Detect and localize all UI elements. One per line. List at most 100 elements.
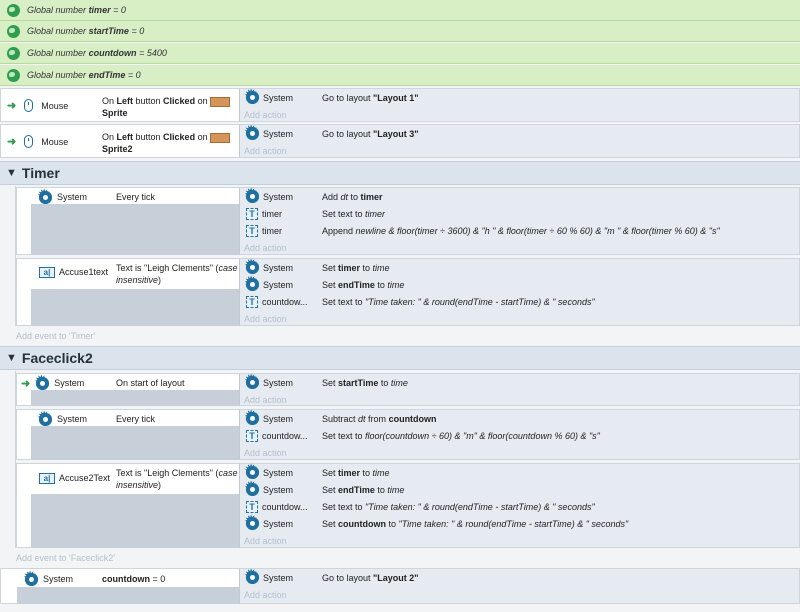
gear-icon (244, 86, 259, 106)
event-accuse1text-actions: System Set timer to time System Set endT… (239, 256, 800, 327)
condition-text: On Left button Clicked on Sprite2 (102, 131, 238, 155)
global-var-value: = 0 (113, 5, 126, 15)
condition-text: On start of layout (116, 378, 185, 388)
gear-icon (23, 568, 38, 588)
global-var-prefix: Global number (27, 48, 87, 58)
trigger-arrow-icon: ➜ (7, 100, 17, 112)
add-action-link[interactable]: Add action (240, 106, 799, 123)
global-var-value: = 0 (131, 26, 145, 36)
global-var-name: startTime (88, 26, 129, 36)
add-event-faceclick2-link[interactable]: Add event to 'Faceclick2' (16, 553, 115, 563)
collapse-triangle-icon[interactable]: ▼ (6, 352, 17, 364)
event-start-of-layout-actions: System Set startTime to time Add action (239, 371, 800, 408)
globe-icon (7, 46, 20, 60)
global-var-prefix: Global number (27, 26, 87, 36)
sprite-thumbnail-icon (209, 96, 230, 107)
condition-text: countdown = 0 (102, 574, 166, 584)
globe-icon (7, 68, 20, 82)
event-start-of-layout-condition[interactable]: ➜ System On start of layout (16, 372, 239, 406)
action-row[interactable]: System Set timer to time (240, 461, 799, 481)
globe-icon (7, 24, 20, 38)
action-row[interactable]: System Set countdown to "Time taken: " &… (240, 512, 799, 532)
event-mouse-sprite2-condition[interactable]: ➜ Mouse On Left button Clicked on Sprite2 (0, 124, 239, 158)
global-var-timer[interactable]: Global number timer = 0 (0, 0, 800, 21)
gear-icon (34, 372, 50, 392)
gear-icon (244, 185, 259, 205)
event-mouse-sprite2-actions: System Go to layout "Layout 3" Add actio… (239, 122, 800, 159)
text-object-icon: T (246, 500, 258, 513)
group-header-timer[interactable]: ▼ Timer (0, 161, 800, 185)
object-name: Mouse (41, 100, 69, 111)
group-title: Faceclick2 (21, 350, 93, 366)
global-var-name: endTime (88, 70, 126, 80)
action-row[interactable]: Ttimer Append newline & floor(timer ÷ 36… (240, 222, 799, 239)
action-row[interactable]: System Go to layout "Layout 3" (240, 122, 799, 142)
gear-icon (244, 407, 259, 427)
action-row[interactable]: System Set endTime to time (240, 273, 799, 293)
condition-text: Every tick (116, 192, 156, 202)
action-row[interactable]: System Add dt to timer (240, 185, 799, 205)
action-row[interactable]: System Set endTime to time (240, 478, 799, 498)
add-action-link[interactable]: Add action (240, 444, 799, 461)
event-accuse2text-condition[interactable]: a| Accuse2Text Text is "Leigh Clements" … (16, 463, 239, 548)
gear-icon (37, 186, 52, 206)
mouse-icon (24, 99, 34, 112)
event-countdown-zero-condition[interactable]: System countdown = 0 (0, 568, 239, 604)
text-object-icon: T (246, 295, 258, 308)
add-action-link[interactable]: Add action (240, 532, 799, 549)
action-row[interactable]: System Subtract dt from countdown (240, 407, 799, 427)
gear-icon (244, 512, 259, 532)
global-var-name: timer (88, 5, 111, 15)
event-mouse-sprite-condition[interactable]: ➜ Mouse On Left button Clicked on Sprite (0, 88, 239, 122)
add-action-link[interactable]: Add action (240, 239, 799, 256)
text-object-icon: T (246, 207, 258, 220)
text-object-icon: T (246, 224, 258, 237)
event-countdown-tick-actions: System Subtract dt from countdown Tcount… (239, 407, 800, 461)
add-event-timer-link[interactable]: Add event to 'Timer' (16, 331, 95, 341)
global-var-value: = 5400 (139, 48, 167, 58)
event-countdown-tick-condition[interactable]: System Every tick (16, 408, 239, 460)
action-row[interactable]: Tcountdow... Set text to "Time taken: " … (240, 293, 799, 310)
condition-text: Text is "Leigh Clements" (case insensitiv… (116, 468, 238, 490)
add-action-link[interactable]: Add action (240, 310, 799, 327)
globe-icon (7, 3, 20, 17)
gear-icon (244, 122, 259, 142)
gear-icon (244, 478, 259, 498)
collapse-triangle-icon[interactable]: ▼ (6, 167, 17, 179)
group-title: Timer (21, 165, 60, 181)
text-input-icon: a| (39, 266, 55, 278)
gear-icon (244, 566, 259, 586)
sprite-thumbnail-icon (209, 132, 230, 143)
action-row[interactable]: Tcountdow... Set text to "Time taken: " … (240, 498, 799, 515)
event-mouse-sprite-actions: System Go to layout "Layout 1" Add actio… (239, 86, 800, 123)
global-var-value: = 0 (127, 70, 141, 80)
text-object-icon: T (246, 429, 258, 442)
event-accuse1text-condition[interactable]: a| Accuse1text Text is "Leigh Clements" … (16, 258, 239, 326)
action-row[interactable]: Ttimer Set text to timer (240, 205, 799, 222)
text-input-icon: a| (39, 472, 55, 484)
add-action-link[interactable]: Add action (240, 586, 799, 603)
add-action-link[interactable]: Add action (240, 142, 799, 159)
add-action-link[interactable]: Add action (240, 391, 799, 408)
global-var-prefix: Global number (27, 70, 87, 80)
event-every-tick-condition[interactable]: System Every tick (16, 186, 239, 255)
trigger-arrow-icon: ➜ (7, 136, 17, 148)
action-row[interactable]: System Go to layout "Layout 2" (240, 566, 799, 586)
event-every-tick-actions: System Add dt to timer Ttimer Set text t… (239, 185, 800, 256)
action-row[interactable]: Tcountdow... Set text to floor(countdown… (240, 427, 799, 444)
event-countdown-zero-actions: System Go to layout "Layout 2" Add actio… (239, 566, 800, 604)
event-accuse2text-actions: System Set timer to time System Set endT… (239, 461, 800, 549)
gear-icon (244, 371, 259, 391)
gear-icon (244, 273, 259, 293)
action-row[interactable]: System Set startTime to time (240, 371, 799, 391)
global-var-prefix: Global number (27, 5, 87, 15)
trigger-arrow-icon: ➜ (21, 377, 31, 390)
global-var-starttime[interactable]: Global number startTime = 0 (0, 21, 800, 42)
mouse-icon (24, 135, 34, 148)
object-name: Mouse (41, 136, 69, 147)
action-row[interactable]: System Set timer to time (240, 256, 799, 276)
group-header-faceclick2[interactable]: ▼ Faceclick2 (0, 346, 800, 370)
global-var-endtime[interactable]: Global number endTime = 0 (0, 65, 800, 86)
global-var-countdown[interactable]: Global number countdown = 5400 (0, 43, 800, 64)
action-row[interactable]: System Go to layout "Layout 1" (240, 86, 799, 106)
